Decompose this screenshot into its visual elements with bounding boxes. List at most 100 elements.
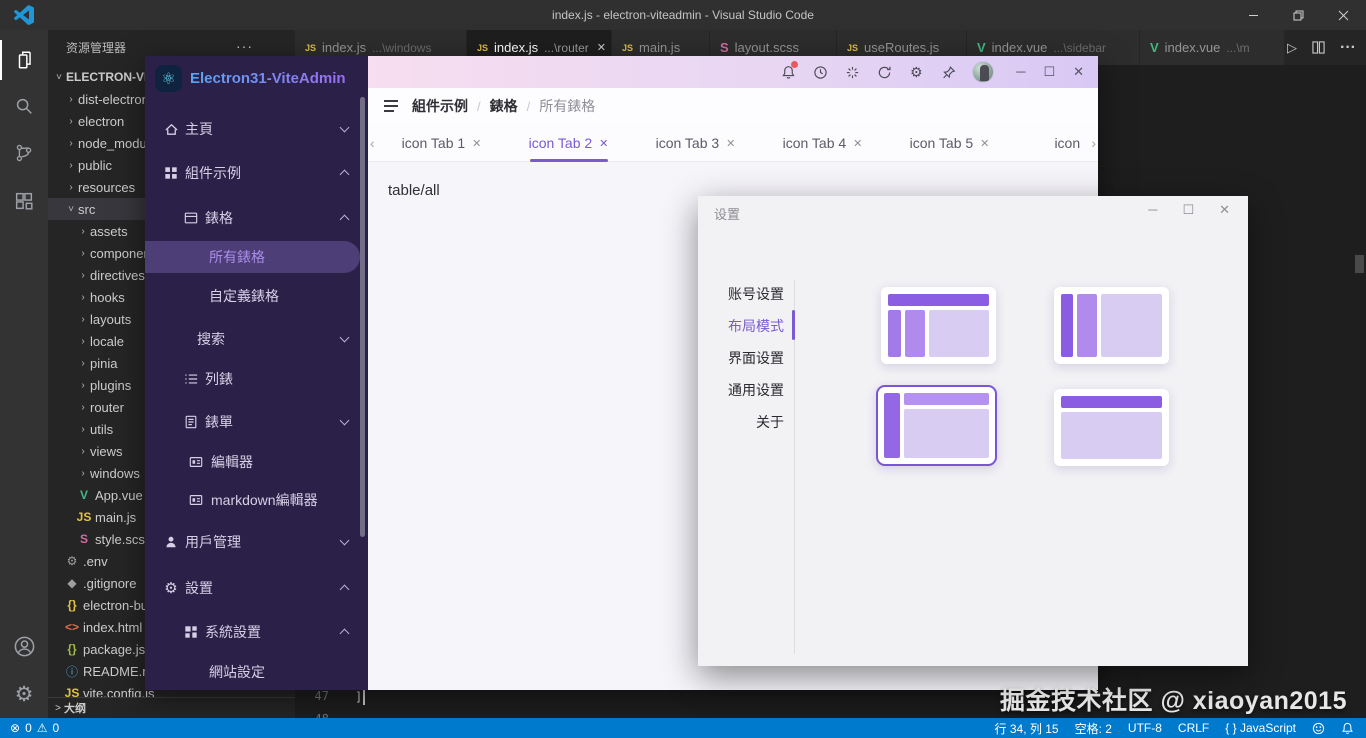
sidebar-item-1[interactable]: 主頁 <box>145 113 368 145</box>
error-count[interactable]: 0 <box>25 721 32 735</box>
refresh-icon[interactable] <box>876 64 892 80</box>
errors-icon[interactable]: ⊗ <box>10 721 20 735</box>
tree-item-label: layouts <box>90 312 131 327</box>
dialog-menu-账号设置[interactable]: 账号设置 <box>708 278 784 310</box>
chevron-right-icon: > <box>48 703 64 714</box>
app-maximize-button[interactable]: ☐ <box>1043 64 1055 80</box>
sidebar-item-label: 搜索 <box>197 329 225 349</box>
indentation[interactable]: 空格: 2 <box>1075 720 1112 737</box>
sidebar-item-2[interactable]: 組件示例 <box>145 157 368 189</box>
tab-close-icon[interactable]: ✕ <box>980 137 989 150</box>
run-icon[interactable]: ▷ <box>1287 40 1297 56</box>
sidebar-item-5[interactable]: 自定義錶格 <box>145 280 368 312</box>
app-tab[interactable]: icon Tab 5✕ <box>886 124 1013 162</box>
chevron-right-icon: › <box>76 402 90 413</box>
dialog-maximize-button[interactable]: ☐ <box>1182 202 1194 218</box>
source-control-icon[interactable] <box>0 133 48 173</box>
notifications-bell-icon[interactable] <box>1341 722 1354 735</box>
sidebar-item-4[interactable]: 所有錶格 <box>145 241 360 273</box>
app-logo: ⚛ Electron31-ViteAdmin <box>155 65 346 92</box>
warning-count[interactable]: 0 <box>53 721 60 735</box>
dialog-menu-通用设置[interactable]: 通用设置 <box>708 374 784 406</box>
sidebar-item-9[interactable]: 編輯器 <box>145 446 368 478</box>
sidebar-item-13[interactable]: 系統設置 <box>145 616 368 648</box>
editor-tab[interactable]: Vindex.vue...\m <box>1140 30 1285 65</box>
split-editor-icon[interactable] <box>1312 41 1325 54</box>
tab-label: useRoutes.js <box>864 40 939 55</box>
sidebar-item-7[interactable]: 列錶 <box>145 363 368 395</box>
app-tab[interactable]: icon Ta <box>1013 124 1084 162</box>
gear-file-icon: ⚙ <box>64 554 80 568</box>
chevron-down-icon <box>340 123 350 133</box>
js-file-icon: JS <box>305 43 316 53</box>
layout-option-sidebar[interactable] <box>876 385 997 466</box>
dialog-menu-布局模式[interactable]: 布局模式 <box>708 310 784 342</box>
js-file-icon: JS <box>76 510 92 524</box>
chevron-right-icon: › <box>76 380 90 391</box>
tab-close-icon[interactable]: ✕ <box>599 137 608 150</box>
breadcrumb-item[interactable]: 錶格 <box>490 98 518 114</box>
extensions-icon[interactable] <box>0 181 48 221</box>
search-icon[interactable] <box>0 86 48 126</box>
sidebar-item-11[interactable]: 用戶管理 <box>145 526 368 558</box>
sidebar-item-8[interactable]: 錶單 <box>145 406 368 438</box>
gear-icon[interactable]: ⚙ <box>908 64 924 80</box>
account-icon[interactable] <box>0 626 48 666</box>
outline-section[interactable]: > 大纲 <box>48 697 295 718</box>
settings-gear-icon[interactable]: ⚙ <box>0 674 48 714</box>
app-tab-label: icon Ta <box>1054 135 1084 151</box>
breadcrumb-item[interactable]: 組件示例 <box>412 98 468 114</box>
hamburger-menu-icon[interactable] <box>384 100 398 112</box>
sidebar-item-14[interactable]: 網站設定 <box>145 656 368 688</box>
bell-icon[interactable] <box>780 64 796 80</box>
app-tab[interactable]: icon Tab 4✕ <box>759 124 886 162</box>
explorer-more-actions[interactable]: ··· <box>236 38 253 54</box>
eol-sequence[interactable]: CRLF <box>1178 721 1209 735</box>
warnings-icon[interactable]: ⚠ <box>37 721 48 735</box>
app-tab[interactable]: icon Tab 3✕ <box>632 124 759 162</box>
sidebar-item-3[interactable]: 錶格 <box>145 202 368 234</box>
js-file-icon: JS <box>622 43 633 53</box>
tab-close-icon[interactable]: ✕ <box>597 41 606 54</box>
dialog-menu-关于[interactable]: 关于 <box>708 406 784 438</box>
tab-close-icon[interactable]: ✕ <box>472 137 481 150</box>
close-button[interactable] <box>1321 0 1366 30</box>
breadcrumb-item[interactable]: 所有錶格 <box>539 98 595 114</box>
encoding[interactable]: UTF-8 <box>1128 721 1162 735</box>
tabs-scroll-right-icon[interactable]: › <box>1091 124 1096 162</box>
tab-close-icon[interactable]: ✕ <box>726 137 735 150</box>
app-minimize-button[interactable]: ─ <box>1016 64 1025 80</box>
pin-icon[interactable] <box>940 64 956 80</box>
tab-label: index.vue <box>992 40 1048 55</box>
vue-file-icon: V <box>76 488 92 502</box>
language-mode[interactable]: { } JavaScript <box>1225 721 1296 735</box>
explorer-icon[interactable] <box>0 40 48 80</box>
sidebar-item-12[interactable]: ⚙設置 <box>145 572 368 604</box>
active-menu-indicator <box>792 310 795 340</box>
tabs-scroll-left-icon[interactable]: ‹ <box>370 124 375 162</box>
sparkle-icon[interactable] <box>844 64 860 80</box>
layout-option-top-bar[interactable] <box>1054 389 1169 466</box>
more-actions-icon[interactable]: ··· <box>1340 39 1356 57</box>
dialog-close-button[interactable]: ✕ <box>1219 202 1230 218</box>
app-close-button[interactable]: ✕ <box>1073 64 1084 80</box>
sidebar-item-10[interactable]: markdown編輯器 <box>145 484 368 516</box>
editor-scrollbar-thumb[interactable] <box>1355 255 1364 273</box>
dialog-minimize-button[interactable]: ─ <box>1148 202 1157 218</box>
user-avatar[interactable] <box>972 61 994 83</box>
layout-option-double-column[interactable] <box>1054 287 1169 364</box>
dialog-menu-界面设置[interactable]: 界面设置 <box>708 342 784 374</box>
app-logo-text: Electron31-ViteAdmin <box>190 70 346 87</box>
app-tab[interactable]: icon Tab 2✕ <box>505 124 632 162</box>
cursor-position[interactable]: 行 34, 列 15 <box>995 720 1059 737</box>
feedback-icon[interactable] <box>1312 722 1325 735</box>
sidebar-scrollbar-thumb[interactable] <box>360 97 365 537</box>
app-tab[interactable]: icon Tab 1✕ <box>378 124 505 162</box>
minimize-button[interactable] <box>1231 0 1276 30</box>
clock-icon[interactable] <box>812 64 828 80</box>
tab-close-icon[interactable]: ✕ <box>853 137 862 150</box>
sidebar-item-6[interactable]: 搜索 <box>145 323 368 355</box>
tree-item-label: windows <box>90 466 140 481</box>
layout-option-top-mix[interactable] <box>881 287 996 364</box>
restore-button[interactable] <box>1276 0 1321 30</box>
